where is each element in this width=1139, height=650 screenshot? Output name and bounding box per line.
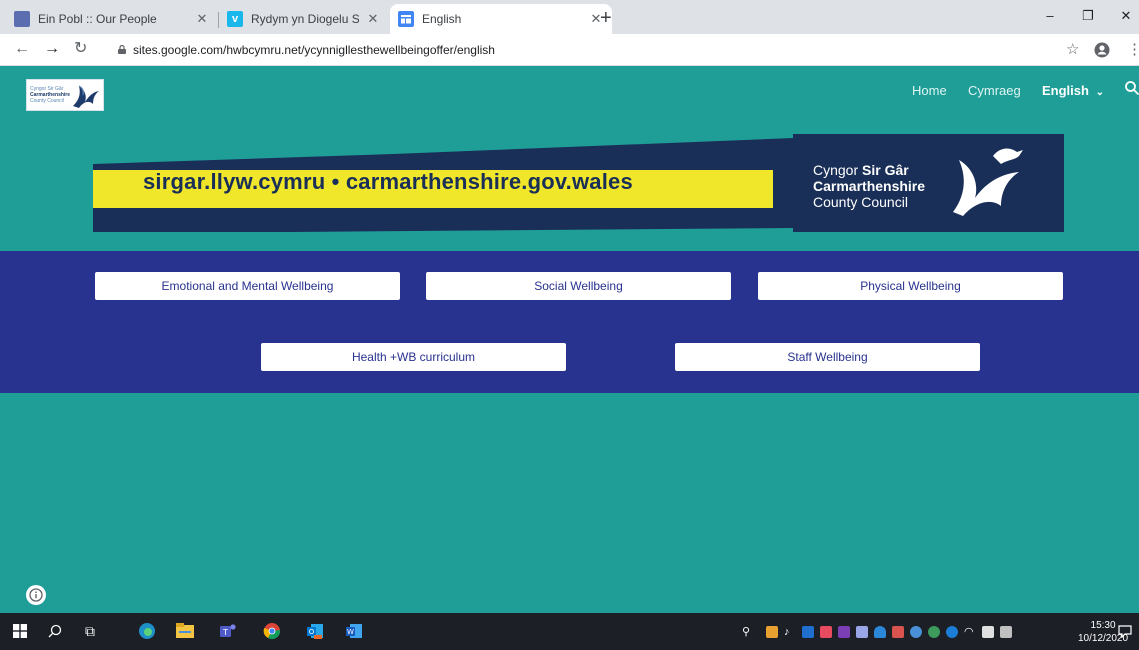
wifi-icon[interactable]: ◠ bbox=[964, 626, 976, 638]
nav-home[interactable]: Home bbox=[912, 83, 947, 98]
chrome-icon[interactable] bbox=[262, 621, 282, 641]
ein-pobl-favicon-icon bbox=[14, 11, 30, 27]
vimeo-favicon-icon: v bbox=[227, 11, 243, 27]
staff-wellbeing-button[interactable]: Staff Wellbeing bbox=[675, 343, 980, 371]
onedrive-icon[interactable] bbox=[874, 626, 886, 638]
logo-text: Cyngor Sir Gâr Carmarthenshire County Co… bbox=[30, 86, 71, 104]
nav-english-label: English bbox=[1042, 83, 1089, 98]
browser-menu-icon[interactable]: ⋮ bbox=[1127, 42, 1139, 57]
tray-app-icon[interactable] bbox=[910, 626, 922, 638]
site-page: Cyngor Sir Gâr Carmarthenshire County Co… bbox=[0, 66, 1139, 613]
bookmark-star-icon[interactable]: ☆ bbox=[1066, 42, 1079, 57]
edge-icon[interactable] bbox=[137, 621, 157, 641]
chevron-down-icon: ⌄ bbox=[1095, 87, 1104, 98]
physical-wellbeing-button[interactable]: Physical Wellbeing bbox=[758, 272, 1063, 300]
file-explorer-icon[interactable] bbox=[175, 621, 195, 641]
tray-app-icon[interactable] bbox=[820, 626, 832, 638]
svg-text:O: O bbox=[309, 628, 315, 636]
search-icon[interactable] bbox=[1124, 80, 1139, 96]
people-icon[interactable]: ⚲ bbox=[736, 621, 756, 641]
dragon-logo-icon bbox=[73, 85, 99, 108]
svg-text:T: T bbox=[222, 628, 228, 637]
council-banner: sirgar.llyw.cymru • carmarthenshire.gov.… bbox=[93, 134, 1064, 232]
onenote-icon[interactable] bbox=[838, 626, 850, 638]
tab-title: Rydym yn Diogelu Sir Gâr on Vim bbox=[251, 12, 359, 26]
windows-start-icon[interactable] bbox=[10, 621, 30, 641]
browser-toolbar: ← → ↻ sites.google.com/hwbcymru.net/ycyn… bbox=[0, 34, 1139, 66]
tray-app-icon[interactable] bbox=[766, 626, 778, 638]
svg-text:W: W bbox=[347, 628, 354, 636]
bluetooth-icon[interactable] bbox=[946, 626, 958, 638]
mail-icon[interactable] bbox=[856, 626, 868, 638]
teams-icon[interactable]: T bbox=[218, 621, 238, 641]
minimize-icon[interactable]: – bbox=[1040, 8, 1060, 23]
site-logo[interactable]: Cyngor Sir Gâr Carmarthenshire County Co… bbox=[26, 79, 104, 111]
nav-english[interactable]: English ⌄ bbox=[1042, 83, 1104, 98]
address-bar[interactable]: sites.google.com/hwbcymru.net/ycynniglle… bbox=[133, 43, 495, 57]
battery-icon[interactable] bbox=[1000, 626, 1012, 638]
tray-app-icon[interactable] bbox=[928, 626, 940, 638]
google-sites-favicon-icon bbox=[398, 11, 414, 27]
lock-icon[interactable] bbox=[118, 45, 126, 54]
tab-english[interactable]: English ✕ bbox=[390, 4, 612, 34]
notifications-icon[interactable] bbox=[1118, 624, 1132, 638]
banner-url-text: sirgar.llyw.cymru • carmarthenshire.gov.… bbox=[143, 169, 633, 194]
forward-icon[interactable]: → bbox=[44, 41, 60, 57]
windows-taskbar: ⧉ T O W ⚲ ♪ ◠ 15:30 10/12/2020 bbox=[0, 613, 1139, 650]
tab-ein-pobl[interactable]: Ein Pobl :: Our People ✕ bbox=[6, 4, 218, 34]
nav-cymraeg[interactable]: Cymraeg bbox=[968, 83, 1021, 98]
keyboard-icon[interactable] bbox=[982, 626, 994, 638]
wellbeing-buttons-band: Emotional and Mental Wellbeing Social We… bbox=[0, 251, 1139, 393]
tray-outlook-icon[interactable] bbox=[802, 626, 814, 638]
tab-title: English bbox=[422, 12, 462, 26]
back-icon[interactable]: ← bbox=[14, 41, 30, 57]
outlook-icon[interactable]: O bbox=[305, 621, 325, 641]
new-tab-icon[interactable]: + bbox=[600, 8, 612, 28]
close-icon[interactable]: ✕ bbox=[194, 11, 210, 27]
volume-icon[interactable]: ♪ bbox=[784, 626, 796, 638]
emotional-wellbeing-button[interactable]: Emotional and Mental Wellbeing bbox=[95, 272, 400, 300]
info-icon bbox=[29, 588, 43, 602]
tab-vimeo[interactable]: v Rydym yn Diogelu Sir Gâr on Vim ✕ bbox=[219, 4, 389, 34]
tab-title: Ein Pobl :: Our People bbox=[38, 12, 157, 26]
tray-app-icon[interactable] bbox=[892, 626, 904, 638]
search-icon[interactable] bbox=[45, 621, 65, 641]
word-icon[interactable]: W bbox=[344, 621, 364, 641]
health-curriculum-button[interactable]: Health +WB curriculum bbox=[261, 343, 566, 371]
browser-tab-bar: Ein Pobl :: Our People ✕ v Rydym yn Diog… bbox=[0, 0, 1139, 34]
site-info-button[interactable] bbox=[26, 585, 46, 605]
restore-icon[interactable]: ❐ bbox=[1078, 8, 1098, 24]
close-window-icon[interactable]: ✕ bbox=[1116, 8, 1136, 24]
banner-council-name: Cyngor Sir Gâr Carmarthenshire County Co… bbox=[813, 162, 926, 210]
close-icon[interactable]: ✕ bbox=[365, 11, 381, 27]
task-view-icon[interactable]: ⧉ bbox=[80, 621, 100, 641]
profile-avatar-icon[interactable] bbox=[1094, 42, 1110, 61]
reload-icon[interactable]: ↻ bbox=[74, 41, 87, 57]
social-wellbeing-button[interactable]: Social Wellbeing bbox=[426, 272, 731, 300]
